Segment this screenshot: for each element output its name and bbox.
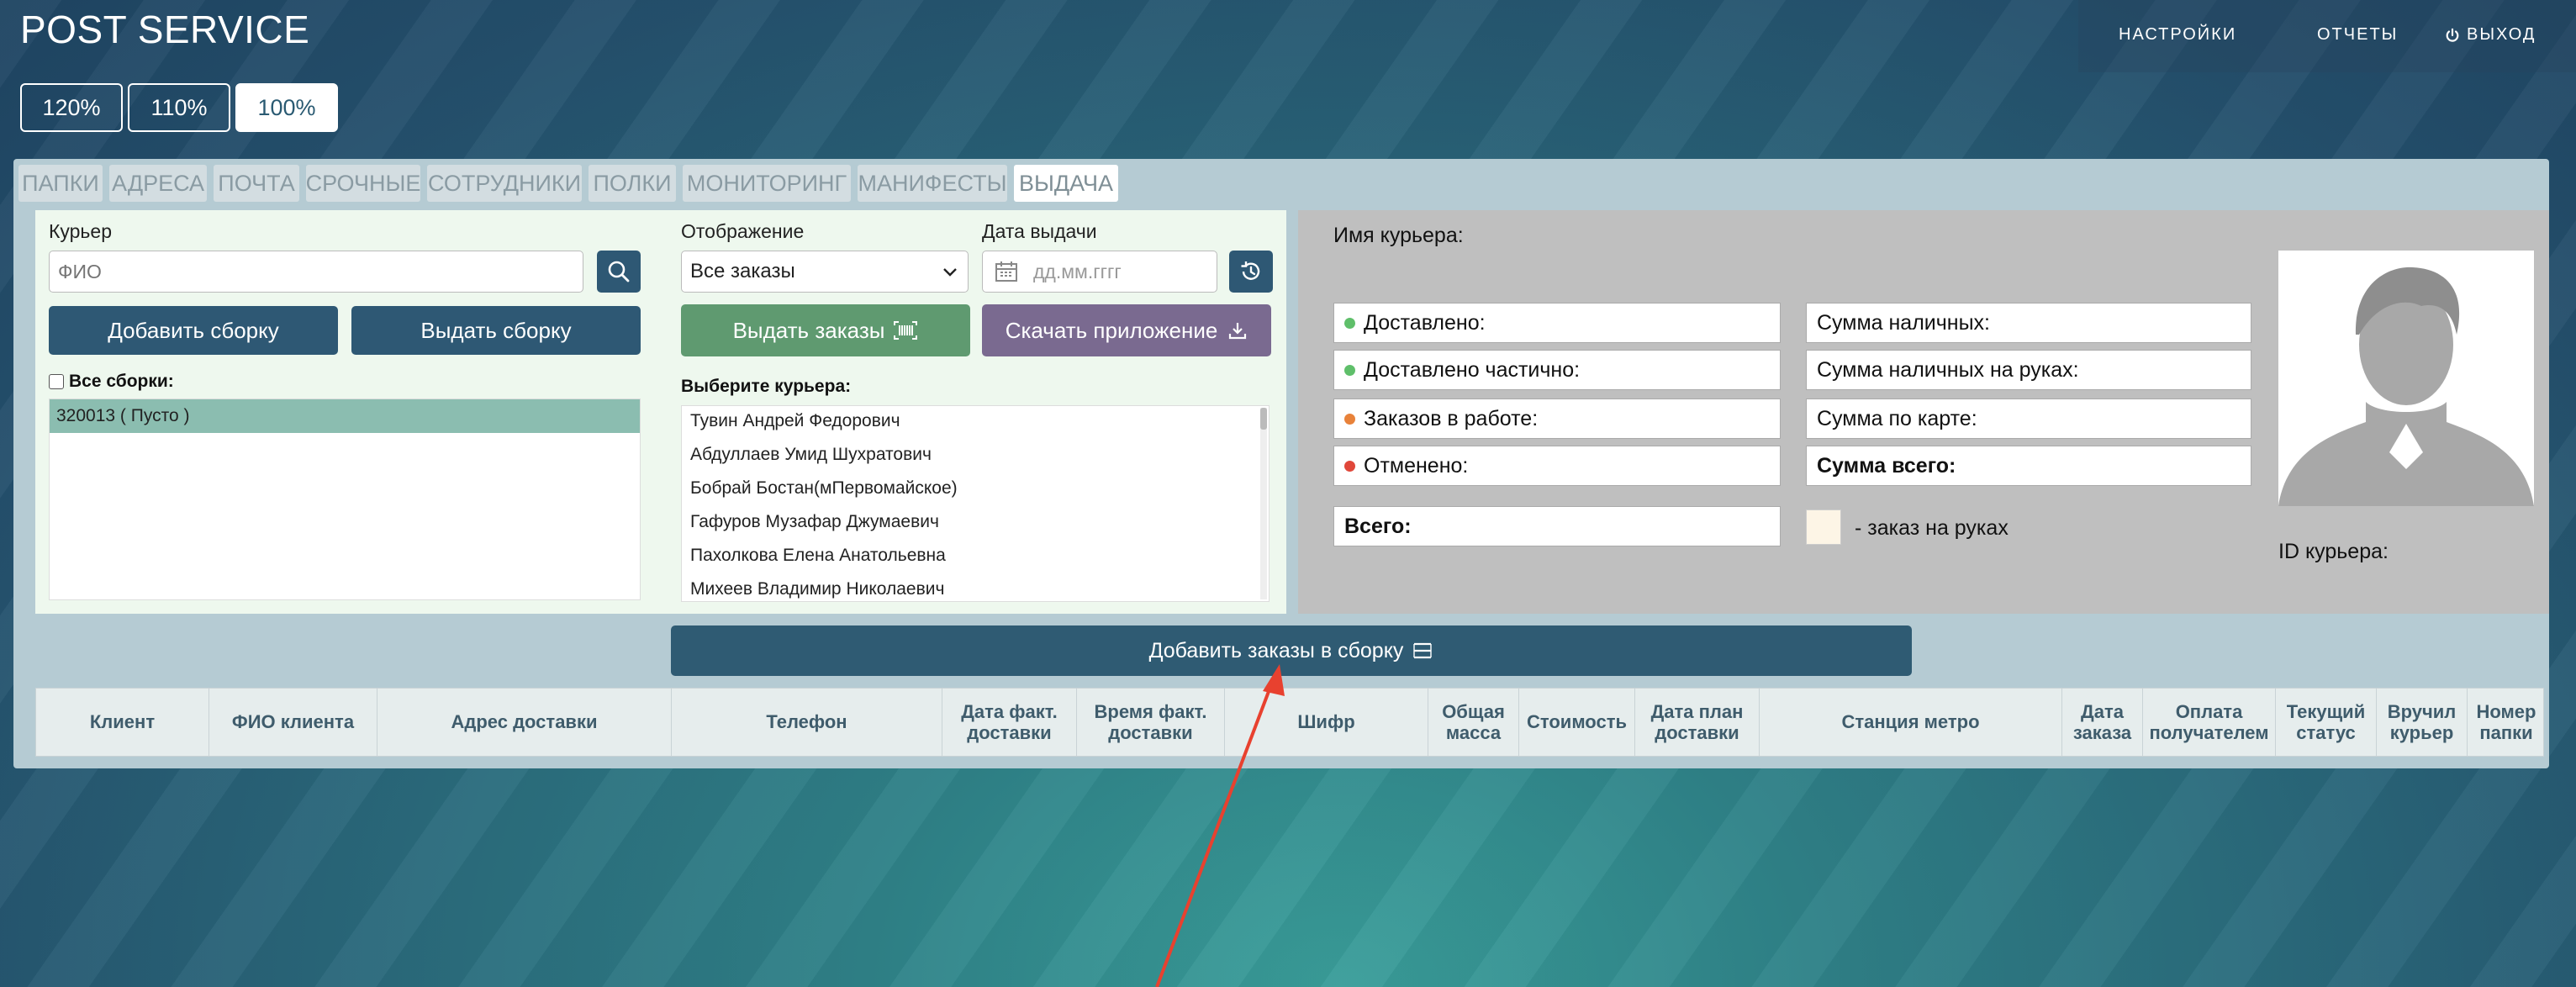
annotation-arrow: [1155, 664, 1285, 987]
